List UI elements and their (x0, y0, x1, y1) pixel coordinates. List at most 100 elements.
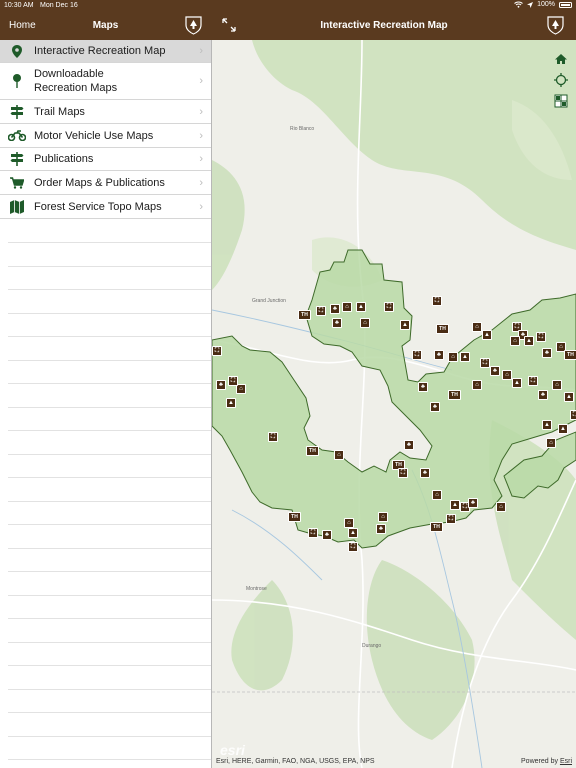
hiking-marker-icon[interactable]: ⛶ (412, 350, 422, 360)
menu-item-order-maps-publications[interactable]: Order Maps & Publications › (0, 171, 211, 195)
trailhead-marker[interactable]: TH (436, 324, 449, 334)
picnic-marker-icon[interactable]: ♣ (216, 380, 226, 390)
empty-row-divider (8, 735, 211, 737)
picnic-marker-icon[interactable]: ♣ (468, 498, 478, 508)
hiking-marker-icon[interactable]: ⛶ (528, 376, 538, 386)
cabin-marker-icon[interactable]: ⌂ (496, 502, 506, 512)
campground-marker-icon[interactable]: ▲ (348, 528, 358, 538)
trailhead-marker[interactable]: TH (448, 390, 461, 400)
hiking-marker-icon[interactable]: ⛶ (432, 296, 442, 306)
hiking-marker-icon[interactable]: ⛶ (348, 542, 358, 552)
picnic-marker-icon[interactable]: ♣ (332, 318, 342, 328)
menu-item-forest-service-topo-maps[interactable]: Forest Service Topo Maps › (0, 195, 211, 219)
campground-marker-icon[interactable]: ▲ (400, 320, 410, 330)
campground-marker-icon[interactable]: ▲ (482, 330, 492, 340)
empty-row-divider (8, 312, 211, 314)
campground-marker-icon[interactable]: ▲ (356, 302, 366, 312)
campground-marker-icon[interactable]: ▲ (564, 392, 574, 402)
locate-icon[interactable] (554, 73, 568, 87)
trailhead-marker[interactable]: TH (288, 512, 301, 522)
menu-item-trail-maps[interactable]: Trail Maps › (0, 100, 211, 124)
picnic-marker-icon[interactable]: ♣ (542, 348, 552, 358)
chevron-right-icon: › (199, 129, 203, 142)
place-label: Durango (362, 643, 382, 649)
hiking-marker-icon[interactable]: ⛶ (536, 332, 546, 342)
empty-row-divider (8, 665, 211, 666)
empty-row-divider (8, 406, 211, 408)
hiking-marker-icon[interactable]: ⛶ (212, 346, 222, 356)
campground-marker-icon[interactable]: ▲ (524, 336, 534, 346)
cabin-marker-icon[interactable]: ⌂ (360, 318, 370, 328)
cabin-marker-icon[interactable]: ⌂ (432, 490, 442, 500)
trailhead-marker[interactable]: TH (430, 522, 443, 532)
menu-item-interactive-recreation-map[interactable]: Interactive Recreation Map › (0, 40, 211, 63)
cabin-marker-icon[interactable]: ⌂ (510, 336, 520, 346)
picnic-marker-icon[interactable]: ♣ (490, 366, 500, 376)
hiking-marker-icon[interactable]: ⛶ (480, 358, 490, 368)
status-right: 100% (514, 1, 572, 8)
picnic-marker-icon[interactable]: ♣ (330, 304, 340, 314)
forest-service-shield-icon (547, 16, 564, 35)
picnic-marker-icon[interactable]: ♣ (376, 524, 386, 534)
picnic-marker-icon[interactable]: ♣ (430, 402, 440, 412)
menu-item-label: Publications (34, 153, 94, 165)
signpost-icon (8, 152, 26, 166)
picnic-marker-icon[interactable]: ♣ (322, 530, 332, 540)
hiking-marker-icon[interactable]: ⛶ (268, 432, 278, 442)
cart-icon (8, 176, 26, 190)
campground-marker-icon[interactable]: ▲ (450, 500, 460, 510)
campground-marker-icon[interactable]: ▲ (512, 378, 522, 388)
menu-item-downloadable-recreation-maps[interactable]: Downloadable Recreation Maps › (0, 63, 211, 100)
cabin-marker-icon[interactable]: ⌂ (344, 518, 354, 528)
empty-row-divider (8, 500, 211, 502)
campground-marker-icon[interactable]: ▲ (460, 352, 470, 362)
empty-row-divider (8, 618, 211, 619)
battery-percent: 100% (537, 1, 555, 8)
picnic-marker-icon[interactable]: ♣ (418, 382, 428, 392)
esri-link[interactable]: Esri (560, 758, 572, 765)
menu-item-motor-vehicle-use-maps[interactable]: Motor Vehicle Use Maps › (0, 124, 211, 148)
campground-marker-icon[interactable]: ▲ (542, 420, 552, 430)
empty-row-divider (8, 571, 211, 572)
hiking-marker-icon[interactable]: ⛶ (384, 302, 394, 312)
cabin-marker-icon[interactable]: ⌂ (552, 380, 562, 390)
campground-marker-icon[interactable]: ▲ (226, 398, 236, 408)
picnic-marker-icon[interactable]: ♣ (404, 440, 414, 450)
hiking-marker-icon[interactable]: ⛶ (308, 528, 318, 538)
empty-row-divider (8, 242, 211, 243)
trailhead-marker[interactable]: TH (564, 350, 576, 360)
empty-row-divider (8, 688, 211, 690)
recreation-map[interactable]: Rio Blanco Grand Junction Montrose Duran… (212, 40, 576, 768)
cabin-marker-icon[interactable]: ⌂ (472, 380, 482, 390)
hiking-marker-icon[interactable]: ⛶ (316, 306, 326, 316)
cabin-marker-icon[interactable]: ⌂ (342, 302, 352, 312)
map-attribution: Esri, HERE, Garmin, FAO, NGA, USGS, EPA,… (216, 758, 375, 765)
maps-sidebar: Interactive Recreation Map › Downloadabl… (0, 40, 211, 768)
map-basemap[interactable] (212, 40, 576, 768)
picnic-marker-icon[interactable]: ♣ (434, 350, 444, 360)
cabin-marker-icon[interactable]: ⌂ (334, 450, 344, 460)
cabin-marker-icon[interactable]: ⌂ (546, 438, 556, 448)
empty-row-divider (8, 336, 211, 337)
cabin-marker-icon[interactable]: ⌂ (472, 322, 482, 332)
hiking-marker-icon[interactable]: ⛶ (398, 468, 408, 478)
chevron-right-icon: › (199, 75, 203, 87)
menu-item-publications[interactable]: Publications › (0, 148, 211, 171)
cabin-marker-icon[interactable]: ⌂ (502, 370, 512, 380)
powered-by: Powered by Esri (521, 758, 572, 765)
home-icon[interactable] (554, 52, 568, 66)
cabin-marker-icon[interactable]: ⌂ (378, 512, 388, 522)
empty-row-divider (8, 641, 211, 643)
picnic-marker-icon[interactable]: ♣ (420, 468, 430, 478)
picnic-marker-icon[interactable]: ♣ (538, 390, 548, 400)
location-arrow-icon (527, 1, 534, 8)
trailhead-marker[interactable]: TH (298, 310, 311, 320)
trailhead-marker[interactable]: TH (306, 446, 319, 456)
basemap-toggle-icon[interactable] (554, 94, 568, 108)
empty-row-divider (8, 712, 211, 713)
campground-marker-icon[interactable]: ▲ (558, 424, 568, 434)
hiking-marker-icon[interactable]: ⛶ (570, 410, 576, 420)
cabin-marker-icon[interactable]: ⌂ (448, 352, 458, 362)
hiking-marker-icon[interactable]: ⛶ (228, 376, 238, 386)
hiking-marker-icon[interactable]: ⛶ (446, 514, 456, 524)
